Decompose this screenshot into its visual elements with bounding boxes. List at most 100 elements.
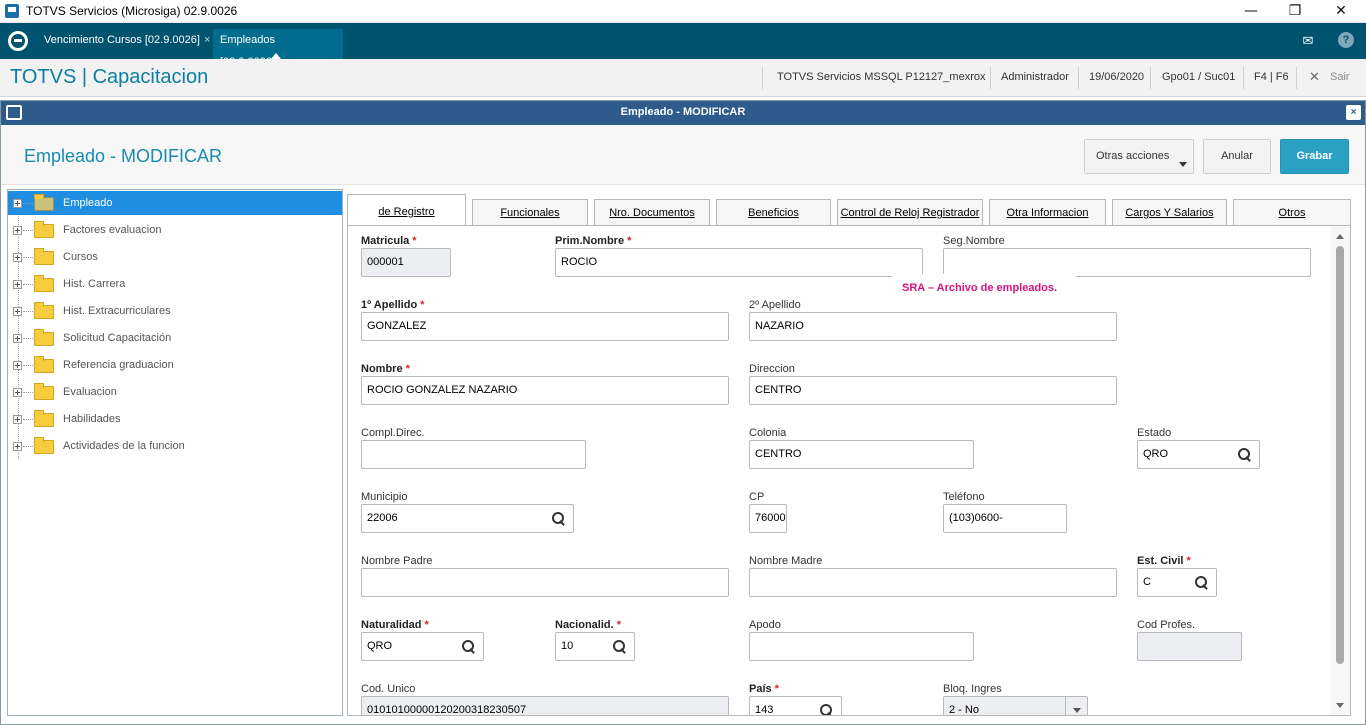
folder-icon: [34, 356, 54, 373]
municipio-field[interactable]: 22006: [361, 504, 574, 533]
divider: [762, 67, 763, 89]
save-button[interactable]: Grabar: [1280, 139, 1349, 174]
restore-button[interactable]: ❐: [1272, 0, 1318, 23]
dialog-title: Empleado - MODIFICAR: [620, 106, 746, 118]
divider: [1078, 67, 1079, 89]
bloq-ingres-select[interactable]: 2 - No: [943, 696, 1088, 715]
help-icon[interactable]: ?: [1338, 32, 1354, 48]
cp-field[interactable]: 76000: [749, 504, 787, 533]
tab-otros[interactable]: Otros: [1233, 199, 1351, 225]
seg-nombre-field[interactable]: [943, 248, 1311, 277]
divider: [990, 67, 991, 89]
tab-nro-documentos[interactable]: Nro. Documentos: [594, 199, 710, 225]
tab-funcionales[interactable]: Funcionales: [472, 199, 588, 225]
exit-icon[interactable]: ✕: [1309, 69, 1320, 85]
table-tooltip: SRA – Archivo de empleados.: [892, 274, 1076, 312]
expand-icon[interactable]: [13, 253, 22, 262]
nombre-padre-field[interactable]: [361, 568, 729, 597]
minimize-button[interactable]: —: [1228, 0, 1274, 23]
more-actions-button[interactable]: Otras acciones: [1084, 139, 1194, 174]
search-icon[interactable]: [820, 704, 834, 715]
totvs-logo-icon[interactable]: [8, 31, 28, 51]
tree-item-label: Hist. Extracurriculares: [63, 305, 171, 317]
expand-icon[interactable]: [13, 226, 22, 235]
tree-item-empleado[interactable]: Empleado: [8, 191, 342, 215]
nacionalid-label: Nacionalid. *: [555, 619, 621, 631]
tab-close-icon[interactable]: ×: [204, 34, 210, 46]
expand-icon[interactable]: [13, 415, 22, 424]
prim-nombre-field[interactable]: ROCIO: [555, 248, 923, 277]
branch-label[interactable]: Gpo01 / Suc01: [1162, 71, 1235, 83]
telefono-field[interactable]: (103)0600-: [943, 504, 1067, 533]
tree-item-actividades-funcion[interactable]: Actividades de la funcion: [8, 434, 342, 458]
tab-cargos-salarios[interactable]: Cargos Y Salarios: [1112, 199, 1227, 225]
label-text: Prim.Nombre: [555, 235, 625, 247]
nombre-madre-field[interactable]: [749, 568, 1117, 597]
window-titlebar: TOTVS Servicios (Microsiga) 02.9.0026 — …: [0, 0, 1366, 23]
estado-field[interactable]: QRO: [1137, 440, 1260, 469]
exit-label[interactable]: Sair: [1330, 71, 1350, 83]
expand-icon[interactable]: [13, 280, 22, 289]
tree-item-habilidades[interactable]: Habilidades: [8, 407, 342, 431]
nombre-padre-label: Nombre Padre: [361, 555, 433, 567]
expand-icon[interactable]: [13, 388, 22, 397]
tab-control-reloj[interactable]: Control de Reloj Registrador: [837, 199, 983, 225]
matricula-field[interactable]: 000001: [361, 248, 451, 277]
tab-empleados[interactable]: Empleados [02.9.0026]×: [213, 29, 343, 68]
naturalidad-field[interactable]: QRO: [361, 632, 484, 661]
dialog-close-button[interactable]: ×: [1346, 105, 1361, 120]
search-icon[interactable]: [613, 640, 627, 654]
colonia-field[interactable]: CENTRO: [749, 440, 974, 469]
direccion-field[interactable]: CENTRO: [749, 376, 1117, 405]
apodo-field[interactable]: [749, 632, 974, 661]
tree-item-referencia-graduacion[interactable]: Referencia graduacion: [8, 353, 342, 377]
environment-label: TOTVS Servicios MSSQL P12127_mexrox: [777, 71, 986, 83]
folder-icon: [34, 275, 54, 292]
tab-vencimiento-cursos[interactable]: Vencimiento Cursos [02.9.0026] ×: [37, 29, 211, 59]
expand-icon[interactable]: [13, 199, 22, 208]
mail-icon[interactable]: ✉: [1300, 33, 1316, 49]
tab-beneficios[interactable]: Beneficios: [716, 199, 831, 225]
folder-icon: [34, 410, 54, 427]
search-icon[interactable]: [1195, 576, 1209, 590]
cod-profes-field[interactable]: [1137, 632, 1242, 661]
compl-direc-field[interactable]: [361, 440, 586, 469]
chevron-down-icon[interactable]: [1065, 697, 1087, 715]
search-icon[interactable]: [462, 640, 476, 654]
close-window-button[interactable]: ✕: [1318, 0, 1364, 23]
nacionalid-field[interactable]: 10: [555, 632, 635, 661]
scrollbar-thumb[interactable]: [1336, 246, 1344, 664]
tree-item-hist-carrera[interactable]: Hist. Carrera: [8, 272, 342, 296]
folder-icon: [34, 221, 54, 238]
cancel-button[interactable]: Anular: [1203, 139, 1271, 174]
expand-icon[interactable]: [13, 442, 22, 451]
tree-item-cursos[interactable]: Cursos: [8, 245, 342, 269]
tree-item-hist-extracurriculares[interactable]: Hist. Extracurriculares: [8, 299, 342, 323]
expand-icon[interactable]: [13, 361, 22, 370]
search-icon[interactable]: [552, 512, 566, 526]
apellido1-field[interactable]: GONZALEZ: [361, 312, 729, 341]
expand-icon[interactable]: [13, 334, 22, 343]
tree-item-factores-evaluacion[interactable]: Factores evaluacion: [8, 218, 342, 242]
tree-item-evaluacion[interactable]: Evaluacion: [8, 380, 342, 404]
est-civil-field[interactable]: C: [1137, 568, 1217, 597]
required-marker: *: [424, 619, 429, 631]
expand-icon[interactable]: [13, 307, 22, 316]
folder-icon: [34, 248, 54, 265]
page-header: Empleado - MODIFICAR Otras acciones Anul…: [1, 125, 1365, 185]
pais-field[interactable]: 143: [749, 696, 842, 715]
tree-item-solicitud-capacitacion[interactable]: Solicitud Capacitación: [8, 326, 342, 350]
cod-unico-field[interactable]: 010101000001202003182305​07: [361, 696, 729, 715]
search-icon[interactable]: [1238, 448, 1252, 462]
tab-otra-informacion[interactable]: Otra Informacion: [989, 199, 1106, 225]
tree-item-label: Actividades de la funcion: [63, 440, 185, 452]
scroll-down-icon[interactable]: [1336, 703, 1344, 708]
form-scrollbar[interactable]: [1331, 226, 1350, 715]
telefono-label: Teléfono: [943, 491, 985, 503]
nombre-field[interactable]: ROCIO GONZALEZ NAZARIO: [361, 376, 729, 405]
apellido2-field[interactable]: NAZARIO: [749, 312, 1117, 341]
scroll-up-icon[interactable]: [1336, 234, 1344, 239]
tab-de-registro[interactable]: de Registro: [347, 194, 466, 226]
cp-label: CP: [749, 491, 765, 503]
shortcuts-label[interactable]: F4 | F6: [1254, 71, 1289, 83]
